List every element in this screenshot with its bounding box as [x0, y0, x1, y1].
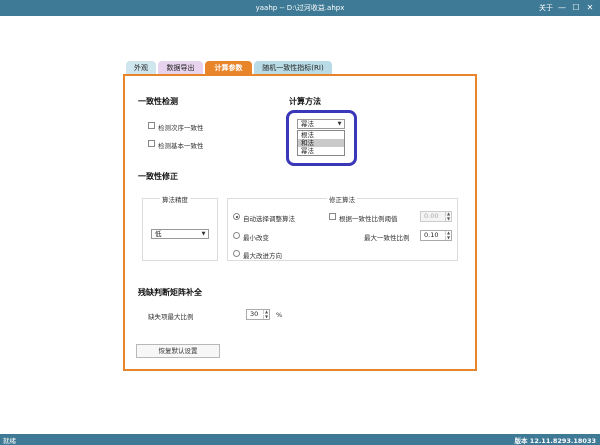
radio-auto-algorithm[interactable] — [233, 213, 240, 220]
annotation-highlight-ring — [286, 110, 357, 166]
check-order-consistency-label: 检测次序一致性 — [158, 124, 204, 132]
max-ratio-label: 最大一致性比例 — [364, 234, 410, 242]
fix-algorithm-group-title: 修正算法 — [327, 194, 357, 204]
tab-random-index[interactable]: 随机一致性指标(RI) — [254, 61, 332, 75]
missing-ratio-value: 30 — [250, 310, 259, 318]
precision-group-title: 算法精度 — [160, 194, 190, 204]
consistency-fix-heading: 一致性修正 — [138, 172, 178, 181]
threshold-value: 0.00 — [424, 212, 439, 220]
percent-unit: % — [276, 311, 283, 319]
threshold-checkbox-label: 根据一致性比例阈值 — [339, 215, 398, 223]
radio-min-change-label: 最小改变 — [243, 234, 269, 242]
threshold-checkbox[interactable] — [329, 213, 336, 220]
check-basic-consistency-label: 检测基本一致性 — [158, 142, 204, 150]
missing-matrix-heading: 残缺判断矩阵补全 — [138, 288, 202, 297]
chevron-down-icon[interactable]: ▼ — [445, 236, 451, 240]
missing-ratio-stepper[interactable]: 30 ▲ ▼ — [246, 309, 270, 320]
precision-selected: 低 — [155, 230, 162, 238]
window-title: yaahp -- D:\过河收益.ahpx — [255, 4, 345, 12]
about-link[interactable]: 关于 — [539, 3, 553, 13]
tab-calc-params[interactable]: 计算参数 — [205, 61, 252, 75]
radio-max-direction[interactable] — [233, 250, 240, 257]
missing-max-ratio-label: 缺失项最大比例 — [148, 313, 194, 321]
max-ratio-value: 0.10 — [424, 231, 439, 239]
precision-select[interactable]: 低 ▼ — [151, 229, 209, 239]
restore-defaults-button[interactable]: 恢复默认设置 — [136, 344, 220, 358]
title-bar: yaahp -- D:\过河收益.ahpx 关于 — ☐ ✕ — [0, 0, 600, 16]
tab-data-export[interactable]: 数据导出 — [158, 61, 203, 75]
consistency-check-heading: 一致性检测 — [138, 97, 178, 106]
status-text: 就绪 — [3, 437, 16, 445]
check-basic-consistency-checkbox[interactable] — [148, 140, 155, 147]
calc-method-heading: 计算方法 — [289, 97, 321, 106]
check-order-consistency-checkbox[interactable] — [148, 122, 155, 129]
chevron-down-icon[interactable]: ▼ — [445, 217, 451, 221]
chevron-down-icon[interactable]: ▼ — [263, 315, 269, 319]
status-bar: 就绪 版本 12.11.8293.18033 — [0, 434, 600, 445]
max-ratio-stepper[interactable]: 0.10 ▲ ▼ — [420, 230, 452, 241]
close-icon[interactable]: ✕ — [583, 1, 597, 14]
maximize-icon[interactable]: ☐ — [569, 1, 583, 14]
tab-appearance[interactable]: 外观 — [126, 61, 156, 75]
radio-max-direction-label: 最大改进方向 — [243, 252, 282, 260]
radio-min-change[interactable] — [233, 232, 240, 239]
chevron-down-icon: ▼ — [201, 231, 206, 237]
version-text: 版本 12.11.8293.18033 — [514, 437, 596, 445]
minimize-icon[interactable]: — — [555, 1, 569, 14]
threshold-stepper[interactable]: 0.00 ▲ ▼ — [420, 211, 452, 222]
radio-auto-algorithm-label: 自动选择调整算法 — [243, 215, 295, 223]
